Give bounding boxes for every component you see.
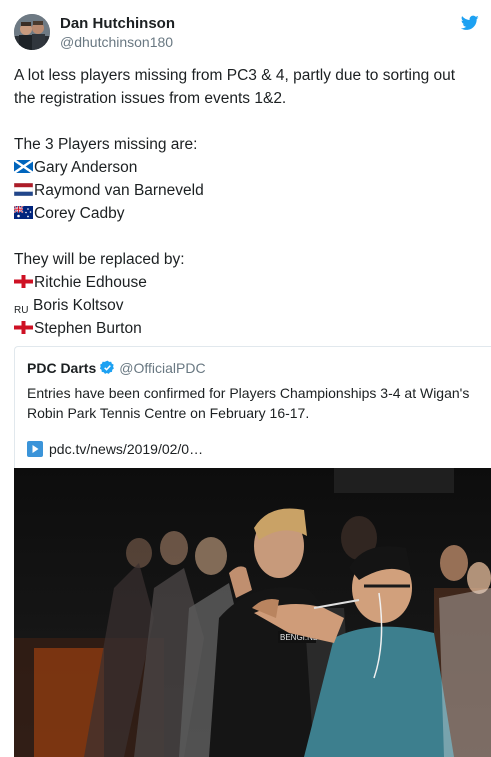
twitter-bird-icon[interactable] (461, 15, 479, 31)
author-display-name[interactable]: Dan Hutchinson (60, 14, 175, 33)
quoted-tweet-link[interactable]: pdc.tv/news/2019/02/0… (27, 440, 203, 458)
player-gary-anderson: Gary Anderson (14, 156, 484, 179)
player-name: Corey Cadby (34, 205, 125, 222)
author-names: Dan Hutchinson @dhutchinson180 (60, 14, 175, 51)
author-handle[interactable]: @dhutchinson180 (60, 33, 175, 51)
player-name: Boris Koltsov (33, 297, 124, 314)
quoted-author-name[interactable]: PDC Darts (27, 360, 96, 376)
tweet-body: A lot less players missing from PC3 & 4,… (14, 64, 484, 340)
england-flag-icon (14, 275, 33, 288)
australia-flag-icon (14, 206, 33, 219)
tweet-photo[interactable]: BENGI.NL (14, 468, 491, 757)
quoted-tweet-text: Entries have been confirmed for Players … (27, 385, 470, 421)
player-name: Stephen Burton (34, 320, 142, 337)
netherlands-flag-icon (14, 183, 33, 196)
player-boris-koltsov: RU Boris Koltsov (14, 294, 484, 317)
avatar[interactable] (14, 14, 50, 50)
quoted-tweet[interactable]: PDC Darts @OfficialPDC Entries have been… (14, 346, 491, 468)
quoted-tweet-header: PDC Darts @OfficialPDC (27, 359, 206, 377)
player-name: Raymond van Barneveld (34, 182, 204, 199)
darts-players-image: BENGI.NL (14, 468, 491, 757)
tweet-line: the registration issues from events 1&2. (14, 90, 287, 107)
tweet-header: Dan Hutchinson @dhutchinson180 (14, 12, 479, 52)
tweet-line: A lot less players missing from PC3 & 4,… (14, 67, 456, 84)
quoted-author-handle[interactable]: @OfficialPDC (119, 360, 205, 376)
verified-badge-icon (100, 360, 115, 374)
player-raymond-van-barneveld: Raymond van Barneveld (14, 179, 484, 202)
link-text[interactable]: pdc.tv/news/2019/02/0… (49, 441, 203, 457)
player-stephen-burton: Stephen Burton (14, 317, 484, 340)
replacement-heading: They will be replaced by: (14, 251, 185, 268)
player-corey-cadby: Corey Cadby (14, 202, 484, 225)
play-link-icon (27, 441, 43, 457)
player-name: Gary Anderson (34, 159, 138, 176)
missing-heading: The 3 Players missing are: (14, 136, 198, 153)
player-ritchie-edhouse: Ritchie Edhouse (14, 271, 484, 294)
player-name: Ritchie Edhouse (34, 274, 147, 291)
scotland-flag-icon (14, 160, 33, 173)
england-flag-icon (14, 321, 33, 334)
